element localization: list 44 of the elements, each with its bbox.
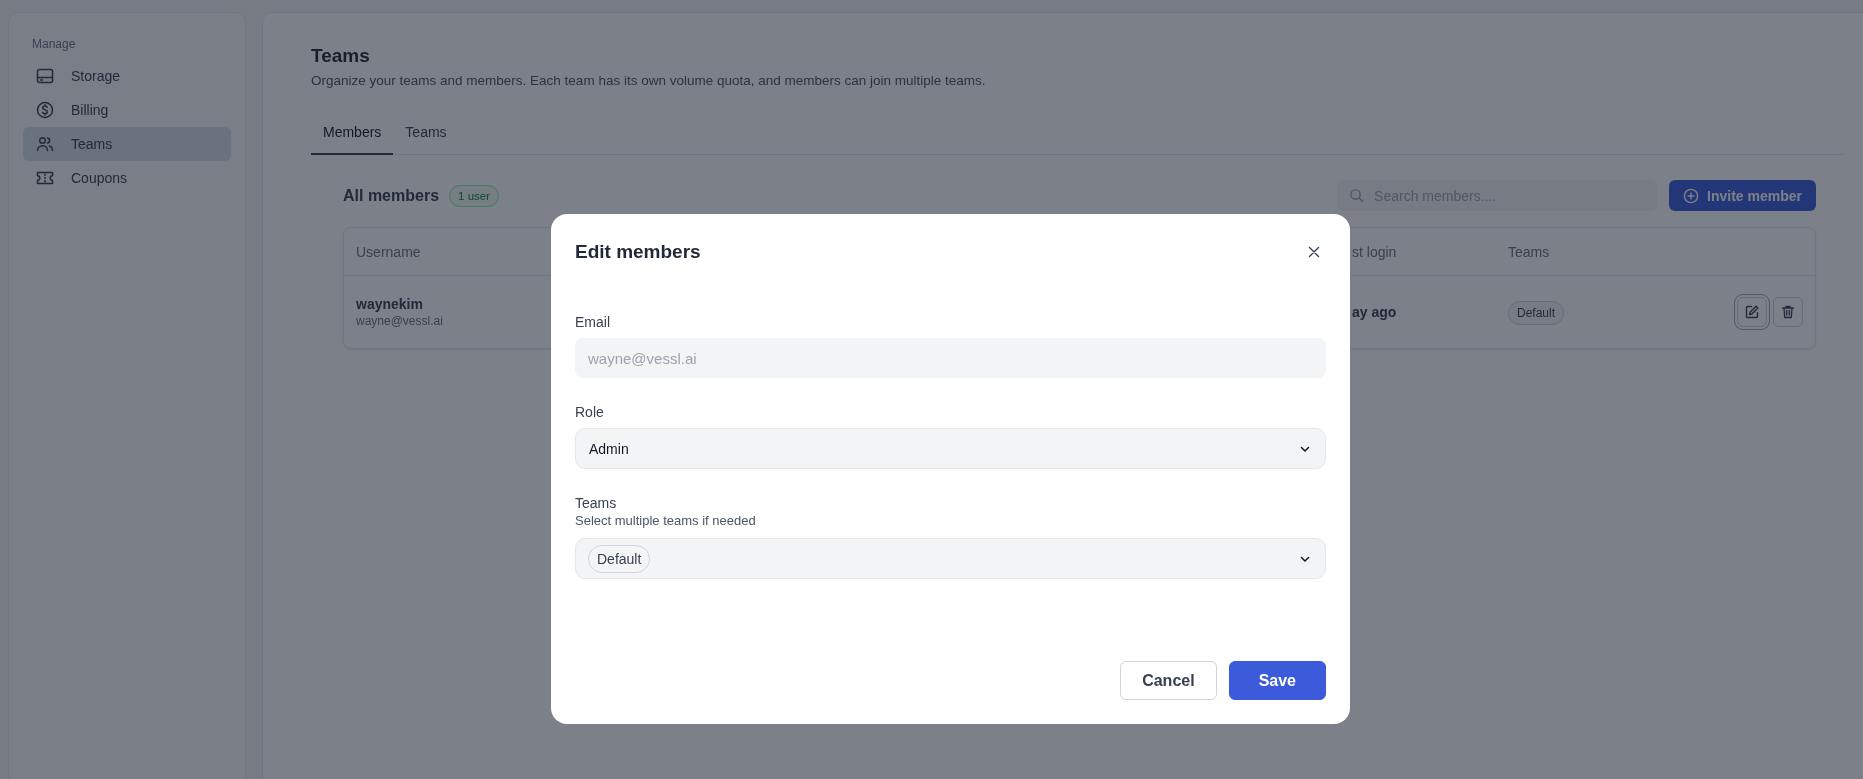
field-hint: Select multiple teams if needed [575,513,757,528]
nav-label: Coupons [71,170,128,186]
tab[interactable]: Members [311,118,394,155]
dialog-title: Edit members [575,241,701,263]
close-icon [1308,246,1320,258]
team-tag: Default [1508,301,1565,325]
edit-button[interactable] [1737,297,1767,327]
username-text: waynekim [356,296,423,312]
column-header: Username [356,243,421,260]
nav-label: Storage [71,68,121,84]
field-label: Email [575,314,611,330]
dollar-circle-icon [35,100,55,120]
page-description: Organize your teams and members. Each team has its own volume quota, and members can join multiple teams. [311,73,987,88]
tab[interactable]: Teams [393,118,459,155]
storage-drive-icon [35,66,55,86]
save-button[interactable]: Save [1228,661,1326,700]
email-text: wayne@vessl.ai [356,314,443,328]
table-cell: ay ago [1352,304,1397,320]
pencil-square-icon [1744,304,1760,320]
search-icon [1349,188,1365,203]
field-label: Role [575,404,605,420]
count-badge: 1 user [449,184,499,207]
column-header: Teams [1508,243,1550,260]
column-header: st login [1352,243,1397,260]
sidebar-item[interactable]: Coupons [23,161,231,195]
sidebar-item[interactable]: Storage [23,59,231,93]
delete-button[interactable] [1773,297,1803,327]
section-label: Manage [31,37,77,53]
role-select[interactable]: Admin [575,428,1326,469]
select-value: Admin [589,440,629,457]
trash-icon [1780,304,1796,320]
cancel-button[interactable]: Cancel [1120,661,1217,700]
section-title: All members [343,186,440,205]
nav-label: Teams [71,136,113,152]
team-chip[interactable]: Default [588,544,651,573]
page-title: Teams [311,45,371,67]
sidebar-item[interactable]: Teams [23,127,231,161]
field-label: Teams [575,495,618,511]
invite-member-button[interactable]: Invite member [1669,180,1816,211]
nav-label: Billing [71,102,109,118]
plus-circle-icon [1683,187,1700,204]
teams-select[interactable]: Default [575,538,1326,579]
sidebar-item[interactable]: Billing [23,93,231,127]
users-icon [35,134,55,154]
